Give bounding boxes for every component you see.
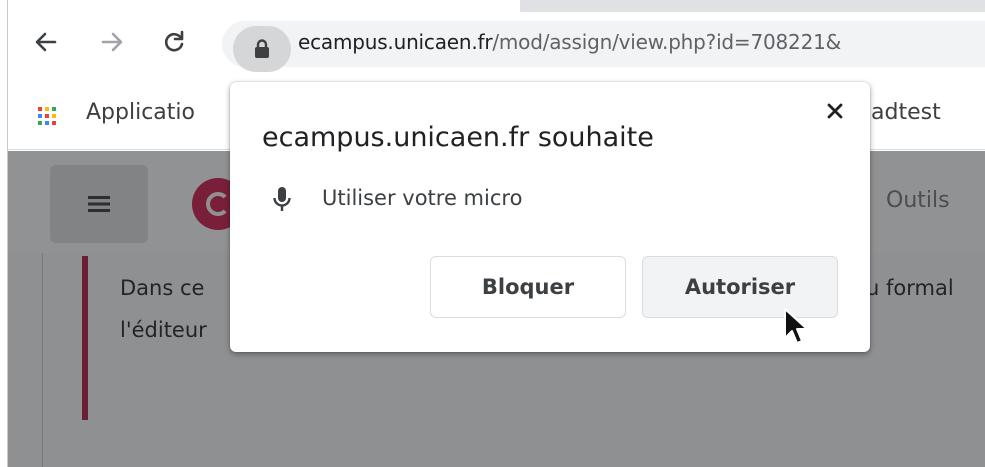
hamburger-icon [88, 196, 110, 212]
mouse-cursor-icon [784, 308, 808, 344]
arrow-right-icon [101, 32, 123, 52]
close-button[interactable] [820, 96, 850, 126]
site-info-button[interactable] [233, 26, 291, 72]
reload-icon [164, 30, 184, 52]
menu-toggle-button[interactable] [50, 165, 148, 243]
forward-button[interactable] [94, 24, 130, 60]
nav-item-outils[interactable]: Outils [886, 188, 950, 213]
browser-window: ecampus.unicaen.fr/mod/assign/view.php?i… [0, 0, 985, 467]
bookmark-item[interactable]: adtest [871, 100, 941, 125]
content-text-right: u formal [866, 276, 954, 300]
block-button[interactable]: Bloquer [430, 256, 626, 318]
arrow-left-icon [35, 32, 57, 52]
reload-button[interactable] [156, 24, 192, 60]
url-host: ecampus.unicaen.fr [298, 30, 493, 54]
permission-text: Utiliser votre micro [322, 186, 523, 210]
bookmark-apps[interactable]: Applicatio [86, 100, 195, 125]
apps-grid-icon[interactable] [38, 107, 56, 125]
microphone-icon [273, 187, 291, 211]
content-accent-bar [82, 256, 88, 420]
content-text-line-1: Dans ce [120, 276, 205, 300]
lock-icon [255, 39, 269, 58]
logo-mark-icon [206, 192, 230, 216]
back-button[interactable] [28, 24, 64, 60]
permission-dialog: ecampus.unicaen.fr souhaite Utiliser vot… [230, 82, 870, 352]
dialog-title: ecampus.unicaen.fr souhaite [262, 122, 654, 153]
content-divider [42, 253, 43, 467]
content-text-line-2: l'éditeur [120, 318, 207, 342]
window-left-edge-line [7, 0, 8, 467]
close-icon [827, 103, 843, 119]
url-path: /mod/assign/view.php?id=708221& [492, 30, 842, 54]
tab-strip-inactive [520, 0, 985, 12]
url-text[interactable]: ecampus.unicaen.fr/mod/assign/view.php?i… [298, 30, 841, 54]
